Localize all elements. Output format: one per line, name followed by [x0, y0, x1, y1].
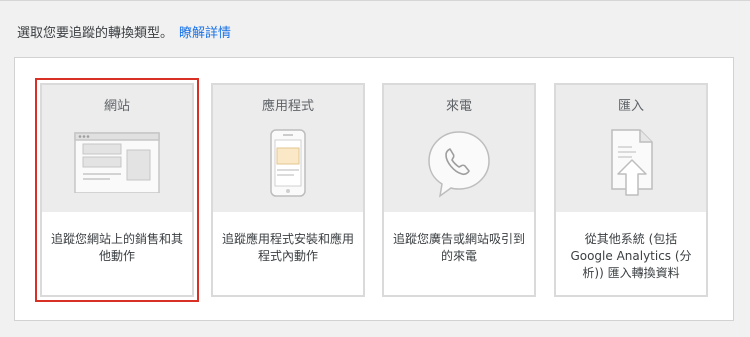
card-description: 追蹤您廣告或網站吸引到的來電 [392, 232, 525, 263]
card-title: 匯入 [617, 99, 644, 114]
card-header-area: 匯入 [556, 85, 706, 212]
card-header-area: 來電 [384, 85, 534, 212]
conversion-card-website[interactable]: 網站 追蹤您網站上的銷售和其他動作 [35, 78, 199, 302]
learn-more-link[interactable]: 瞭解詳情 [179, 26, 231, 41]
phone-call-illustration-icon [428, 131, 490, 198]
card-header-area: 網站 [42, 85, 192, 212]
card-title: 應用程式 [261, 99, 314, 114]
conversion-card-import[interactable]: 匯入 從其他系統 (包括 Google Analytics (分析)) 匯入轉換… [554, 83, 708, 297]
card-title: 來電 [445, 99, 472, 114]
conversion-card-app[interactable]: 應用程式 追蹤應用程式安裝和應用程式內動作 [211, 83, 365, 297]
website-illustration-icon [74, 132, 160, 193]
card-description: 追蹤應用程式安裝和應用程式內動作 [221, 232, 354, 263]
card-title: 網站 [103, 99, 130, 114]
conversion-card-phone-call[interactable]: 來電 追蹤您廣告或網站吸引到的來電 [382, 83, 536, 297]
conversion-type-prompt: 選取您要追蹤的轉換類型。 瞭解詳情 [17, 22, 231, 41]
card-header-area: 應用程式 [213, 85, 363, 212]
card-description: 從其他系統 (包括 Google Analytics (分析)) 匯入轉換資料 [570, 232, 692, 280]
import-file-illustration-icon [611, 129, 653, 196]
card-description: 追蹤您網站上的銷售和其他動作 [50, 232, 183, 263]
mobile-app-illustration-icon [270, 129, 306, 197]
top-divider [0, 0, 750, 1]
prompt-text: 選取您要追蹤的轉換類型。 [17, 26, 174, 41]
